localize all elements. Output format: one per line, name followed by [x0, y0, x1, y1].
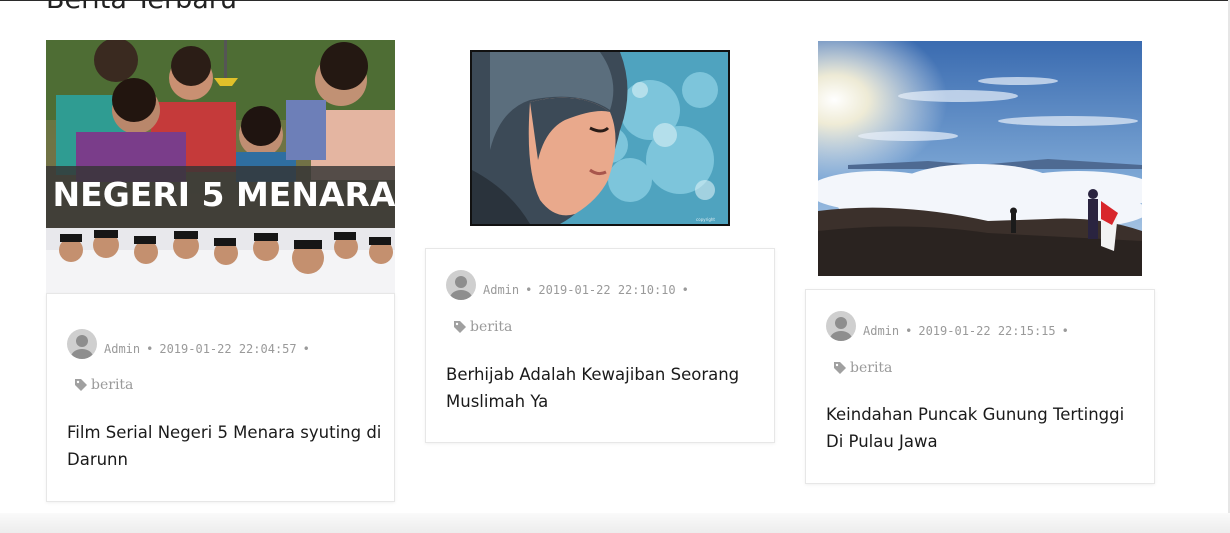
poster-title: NEGERI 5 MENARA [53, 175, 395, 214]
post-category[interactable]: berita [834, 360, 892, 376]
user-avatar-icon [446, 270, 476, 300]
post-meta: Admin • 2019-01-22 22:04:57 • [67, 329, 316, 359]
tag-icon [454, 321, 466, 333]
post-author[interactable]: Admin [483, 283, 519, 297]
post-author[interactable]: Admin [104, 342, 140, 356]
post-author[interactable]: Admin [863, 324, 899, 338]
user-avatar-icon [826, 311, 856, 341]
post-body-3: Admin • 2019-01-22 22:15:15 • berita Keinda… [805, 289, 1155, 484]
post-category[interactable]: berita [75, 377, 133, 393]
svg-text:copyright: copyright [696, 217, 715, 222]
post-image-1[interactable]: NEGERI 5 MENARA [46, 40, 395, 293]
post-image-2[interactable]: copyright [470, 50, 730, 226]
post-title[interactable]: Berhijab Adalah Kewajiban Seorang Muslim… [446, 361, 766, 415]
post-title[interactable]: Film Serial Negeri 5 Menara syuting di D… [67, 419, 387, 473]
post-body-1: Admin • 2019-01-22 22:04:57 • berita Film S… [46, 293, 395, 502]
category-label[interactable]: berita [91, 377, 133, 393]
page-footer-edge [0, 513, 1230, 533]
post-date: 2019-01-22 22:15:15 [918, 324, 1056, 338]
post-image-3[interactable] [818, 41, 1142, 276]
category-label[interactable]: berita [850, 360, 892, 376]
tag-icon [75, 379, 87, 391]
post-date: 2019-01-22 22:10:10 [538, 283, 676, 297]
user-avatar-icon [67, 329, 97, 359]
tag-icon [834, 362, 846, 374]
category-label[interactable]: berita [470, 319, 512, 335]
section-title: Berita Terbaru [46, 0, 237, 13]
post-meta: Admin • 2019-01-22 22:15:15 • [826, 311, 1075, 341]
post-title[interactable]: Keindahan Puncak Gunung Tertinggi Di Pul… [826, 401, 1146, 455]
post-category[interactable]: berita [454, 319, 512, 335]
post-date: 2019-01-22 22:04:57 [159, 342, 297, 356]
post-meta: Admin • 2019-01-22 22:10:10 • [446, 270, 695, 300]
post-body-2: Admin • 2019-01-22 22:10:10 • berita Berhij… [425, 248, 775, 443]
